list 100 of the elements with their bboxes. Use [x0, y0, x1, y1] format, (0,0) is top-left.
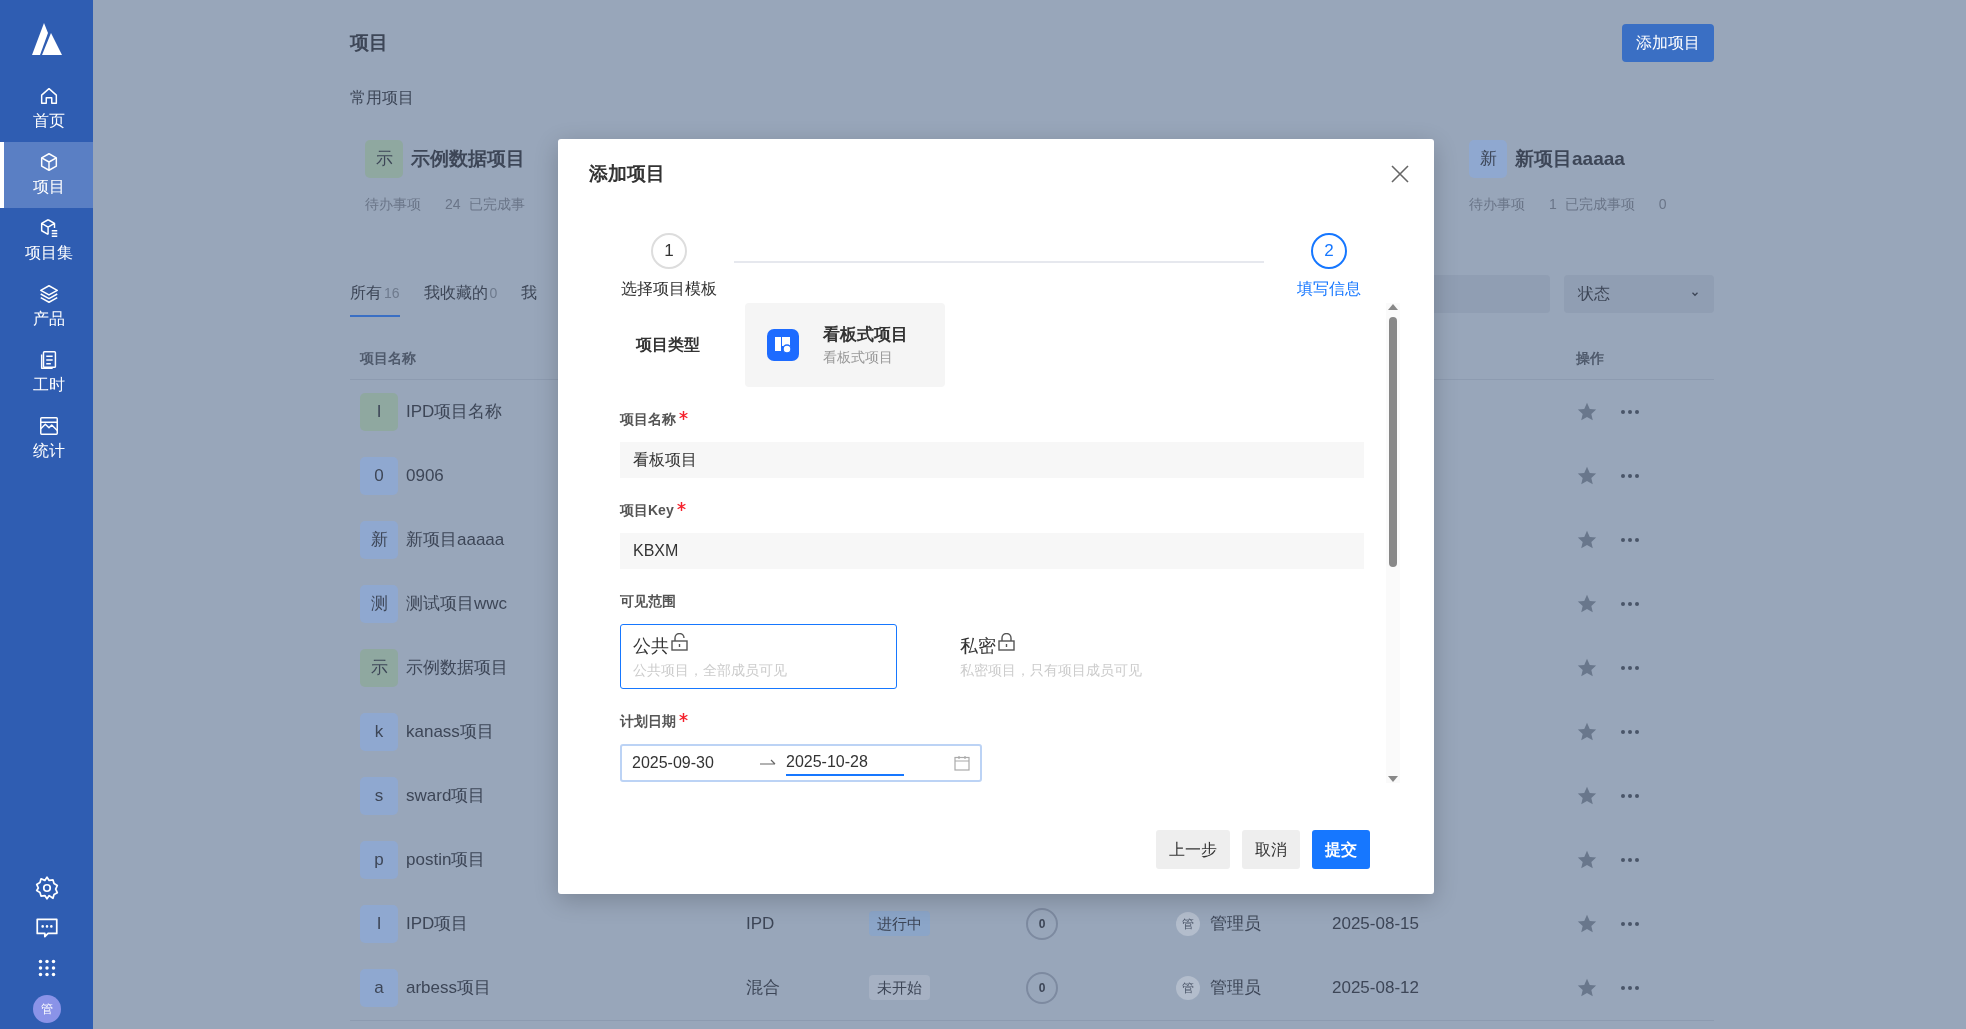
- more-icon[interactable]: [1620, 665, 1640, 671]
- project-name[interactable]: postin项目: [406, 847, 486, 873]
- field-label: 可见范围: [620, 593, 676, 609]
- dialog-button[interactable]: 取消: [1242, 830, 1300, 869]
- project-type: IPD: [746, 914, 775, 934]
- more-icon[interactable]: [1620, 921, 1640, 927]
- nav-item[interactable]: 工时: [0, 340, 93, 406]
- star-icon[interactable]: [1576, 785, 1598, 807]
- star-icon[interactable]: [1576, 977, 1598, 999]
- type-description: 看板式项目: [823, 348, 894, 368]
- step-number: 1: [651, 233, 687, 269]
- more-icon[interactable]: [1620, 857, 1640, 863]
- project-avatar: 0: [360, 457, 398, 495]
- project-name[interactable]: 新项目aaaaa: [1515, 144, 1625, 174]
- more-icon[interactable]: [1620, 473, 1640, 479]
- owner-avatar: 管: [1176, 976, 1200, 1000]
- start-date-field[interactable]: 2025-09-30: [632, 751, 750, 775]
- status-select[interactable]: 状态: [1564, 275, 1714, 313]
- scroll-up-icon[interactable]: [1387, 303, 1399, 311]
- arrow-icon: [760, 759, 776, 767]
- project-name[interactable]: IPD项目名称: [406, 399, 503, 425]
- project-avatar: I: [360, 905, 398, 943]
- project-avatar: 示: [360, 649, 398, 687]
- star-icon[interactable]: [1576, 721, 1598, 743]
- project-avatar: I: [360, 393, 398, 431]
- star-icon[interactable]: [1576, 657, 1598, 679]
- more-icon[interactable]: [1620, 985, 1640, 991]
- project-avatar: p: [360, 841, 398, 879]
- type-name: 看板式项目: [823, 323, 908, 346]
- star-icon[interactable]: [1576, 529, 1598, 551]
- field-label: 项目名称: [620, 411, 676, 427]
- star-icon[interactable]: [1576, 465, 1598, 487]
- calendar-icon: [954, 755, 970, 771]
- project-avatar: a: [360, 969, 398, 1007]
- nav-item[interactable]: 项目集: [0, 208, 93, 274]
- project-avatar: k: [360, 713, 398, 751]
- step-label: 填写信息: [1297, 279, 1361, 299]
- project-name[interactable]: IPD项目: [406, 911, 469, 937]
- dialog-button[interactable]: 上一步: [1156, 830, 1230, 869]
- project-name[interactable]: 新项目aaaaa: [406, 527, 505, 553]
- text-field[interactable]: 看板项目: [620, 442, 1364, 478]
- project-name[interactable]: sward项目: [406, 783, 486, 809]
- project-avatar: 示: [365, 140, 403, 178]
- submit-button[interactable]: 提交: [1312, 830, 1370, 869]
- step-number: 2: [1311, 233, 1347, 269]
- column-header: 项目名称: [360, 349, 416, 368]
- field-label: 计划日期: [620, 713, 676, 729]
- nav-item[interactable]: 产品: [0, 274, 93, 340]
- project-avatar: s: [360, 777, 398, 815]
- status-tag: 未开始: [869, 974, 930, 1000]
- end-date-field[interactable]: 2025-10-28: [786, 750, 904, 776]
- star-icon[interactable]: [1576, 913, 1598, 935]
- more-icon[interactable]: [1620, 537, 1640, 543]
- image-chart-icon: [37, 415, 60, 437]
- project-avatar: 新: [1469, 140, 1507, 178]
- more-icon[interactable]: [1620, 601, 1640, 607]
- star-icon[interactable]: [1576, 401, 1598, 423]
- project-name[interactable]: arbess项目: [406, 975, 492, 1001]
- field-label: 项目类型: [634, 335, 701, 355]
- settings-icon[interactable]: [33, 875, 60, 901]
- dialog-title: 添加项目: [589, 161, 665, 186]
- project-name[interactable]: 测试项目wwc: [406, 591, 508, 617]
- kanban-icon: [767, 329, 799, 361]
- add-project-button[interactable]: 添加项目: [1622, 24, 1714, 62]
- project-name[interactable]: 0906: [406, 463, 444, 489]
- more-icon[interactable]: [1620, 793, 1640, 799]
- column-header: 操作: [1576, 349, 1604, 368]
- user-avatar[interactable]: 管: [32, 995, 61, 1023]
- nav-item[interactable]: 统计: [0, 406, 93, 472]
- project-avatar: 新: [360, 521, 398, 559]
- count-circle: 0: [1026, 972, 1058, 1004]
- star-icon[interactable]: [1576, 849, 1598, 871]
- filter-tab[interactable]: 我: [521, 281, 538, 317]
- project-name[interactable]: 示例数据项目: [411, 144, 525, 174]
- more-icon[interactable]: [1620, 729, 1640, 735]
- status-tag: 进行中: [869, 910, 930, 936]
- star-icon[interactable]: [1576, 593, 1598, 615]
- field-label: 项目Key: [620, 502, 674, 518]
- owner-avatar: 管: [1176, 912, 1200, 936]
- text-field[interactable]: KBXM: [620, 533, 1364, 569]
- more-icon[interactable]: [1620, 409, 1640, 415]
- owner-name: 管理员: [1210, 977, 1261, 1000]
- date: 2025-08-15: [1332, 914, 1419, 934]
- date: 2025-08-12: [1332, 978, 1419, 998]
- close-icon[interactable]: [1390, 164, 1410, 184]
- project-type: 混合: [746, 978, 780, 998]
- step-label: 选择项目模板: [621, 279, 717, 299]
- nav-item[interactable]: 首页: [0, 76, 93, 142]
- project-name[interactable]: kanass项目: [406, 719, 494, 745]
- page-title: 项目: [350, 30, 388, 55]
- count-circle: 0: [1026, 908, 1058, 940]
- owner-name: 管理员: [1210, 913, 1261, 936]
- scroll-down-icon[interactable]: [1387, 775, 1399, 783]
- nav-item[interactable]: 项目: [0, 142, 93, 208]
- scrollbar[interactable]: [1386, 303, 1400, 783]
- project-avatar: 测: [360, 585, 398, 623]
- section-title: 常用项目: [350, 88, 415, 108]
- project-name[interactable]: 示例数据项目: [406, 655, 508, 681]
- project-type-card[interactable]: 看板式项目 看板式项目: [745, 303, 945, 387]
- layers-icon: [37, 283, 60, 305]
